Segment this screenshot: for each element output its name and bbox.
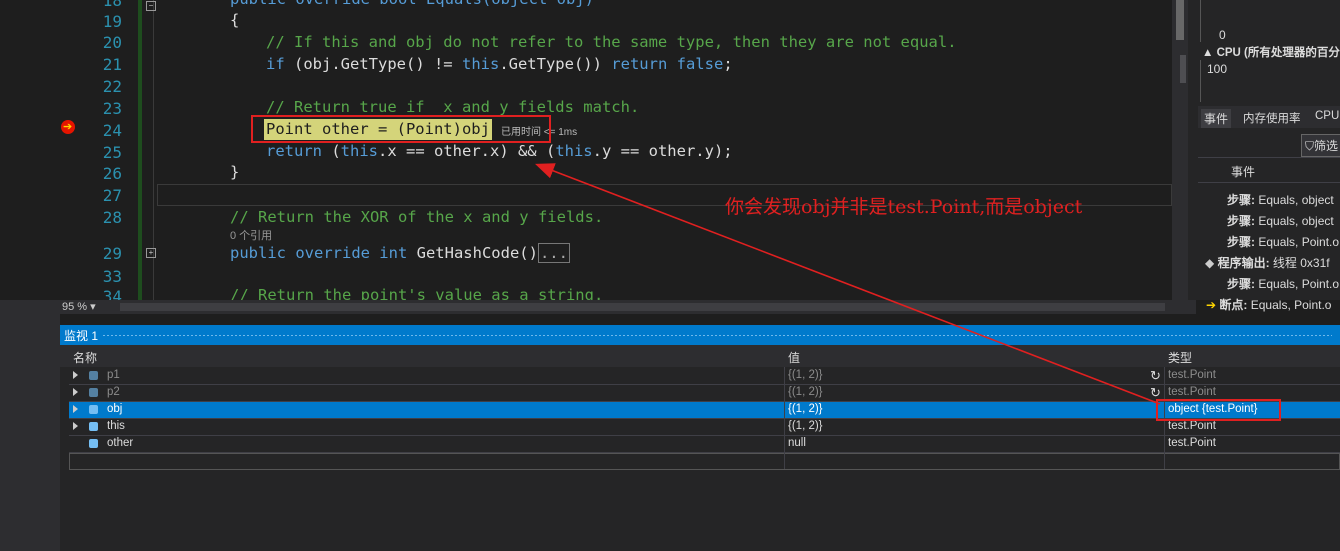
annotation-arrow (535, 163, 1161, 405)
